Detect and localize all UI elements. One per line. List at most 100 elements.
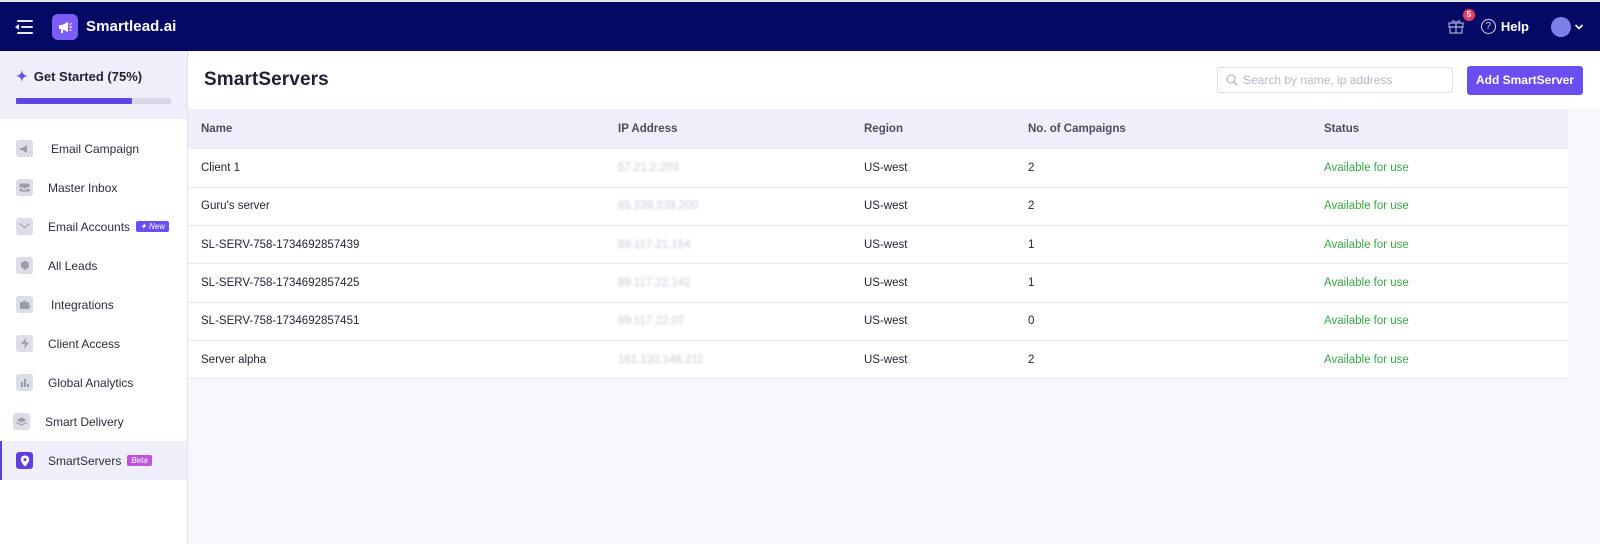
campaign-count: 1	[1028, 238, 1035, 251]
campaign-count: 2	[1028, 200, 1035, 213]
campaign-count: 0	[1028, 315, 1035, 328]
column-header-name[interactable]: Name	[188, 109, 618, 149]
sparkle-icon: ✦	[16, 68, 28, 84]
ip-address: 89.117.22.07	[618, 315, 685, 328]
column-header-region[interactable]: Region	[864, 109, 1028, 149]
sidebar-item-client-access[interactable]: Client Access	[0, 324, 187, 363]
sidebar-item-label: Master Inbox	[48, 180, 118, 195]
puzzle-icon	[16, 296, 33, 313]
sidebar-item-smartservers[interactable]: SmartServers Beta	[0, 441, 187, 480]
region: US-west	[864, 353, 908, 366]
leads-icon	[16, 257, 33, 274]
get-started-progress-bar	[16, 98, 171, 104]
avatar	[1551, 16, 1571, 37]
sidebar-item-email-campaign[interactable]: Email Campaign	[0, 129, 187, 168]
sidebar-item-label: Email Campaign	[51, 141, 140, 156]
region: US-west	[864, 315, 908, 328]
table-row[interactable]: SL-SERV-758-1734692857425 89.117.22.142 …	[188, 263, 1568, 303]
location-icon	[16, 452, 33, 469]
gift-button[interactable]: 5	[1447, 8, 1475, 37]
server-name: Client 1	[201, 161, 240, 174]
ip-address: 161.120.146.211	[618, 353, 704, 366]
sidebar-item-label: Smart Delivery	[45, 414, 124, 429]
table-row[interactable]: Server alpha 161.120.146.211 US-west 2 A…	[188, 340, 1568, 379]
sidebar-item-smart-delivery[interactable]: Smart Delivery	[0, 402, 187, 441]
status-text: Available for use	[1324, 315, 1409, 328]
region: US-west	[864, 161, 908, 174]
menu-toggle-icon[interactable]	[15, 19, 33, 34]
servers-table: Name IP Address Region No. of Campaigns …	[188, 109, 1568, 379]
inbox-icon	[16, 179, 33, 196]
table-row[interactable]: SL-SERV-758-1734692857439 89.117.21.154 …	[188, 225, 1568, 264]
notification-badge: 5	[1462, 8, 1475, 21]
sidebar-item-global-analytics[interactable]: Global Analytics	[0, 363, 187, 402]
table-row[interactable]: Client 1 57.21.2.203 US-west 2 Available…	[188, 149, 1568, 188]
get-started-panel[interactable]: ✦ Get Started (75%)	[0, 51, 187, 119]
chevron-down-icon	[1574, 23, 1584, 30]
sidebar-item-label: Integrations	[51, 297, 114, 312]
page-header: SmartServers Add SmartServer	[188, 51, 1600, 109]
sidebar-item-integrations[interactable]: Integrations	[0, 285, 187, 324]
bolt-icon	[16, 335, 33, 352]
status-text: Available for use	[1324, 161, 1409, 174]
chart-icon	[16, 374, 33, 391]
mail-icon	[16, 218, 33, 235]
help-button[interactable]: ? Help	[1480, 19, 1529, 34]
user-menu[interactable]	[1551, 16, 1584, 37]
sidebar: ✦ Get Started (75%) Email Campaign Maste…	[0, 51, 188, 544]
sidebar-item-label: All Leads	[48, 258, 98, 273]
app-name: Smartlead.ai	[86, 18, 177, 35]
sidebar-item-label: SmartServers	[48, 453, 122, 468]
progress-fill	[16, 98, 133, 104]
region: US-west	[864, 200, 908, 213]
sidebar-nav: Email Campaign Master Inbox Email Accoun…	[0, 129, 187, 480]
gift-icon	[1448, 19, 1464, 34]
column-header-campaigns[interactable]: No. of Campaigns	[1028, 109, 1324, 149]
status-text: Available for use	[1324, 238, 1409, 251]
new-badge: ✦ New	[136, 221, 169, 232]
search-box[interactable]	[1217, 67, 1453, 93]
table-header-row: Name IP Address Region No. of Campaigns …	[188, 109, 1568, 149]
search-input[interactable]	[1243, 73, 1443, 87]
ip-address: 57.21.2.203	[618, 161, 679, 174]
server-name: SL-SERV-758-1734692857439	[201, 238, 360, 251]
add-smartserver-button[interactable]: Add SmartServer	[1467, 65, 1583, 95]
sidebar-item-email-accounts[interactable]: Email Accounts ✦ New	[0, 207, 187, 246]
column-header-ip-address[interactable]: IP Address	[618, 109, 864, 149]
status-text: Available for use	[1324, 353, 1409, 366]
help-label: Help	[1500, 19, 1529, 34]
sidebar-item-label: Client Access	[48, 336, 121, 351]
status-text: Available for use	[1324, 277, 1409, 290]
ip-address: 85.239.239.200	[618, 200, 698, 213]
server-name: Guru's server	[201, 200, 270, 213]
column-header-status[interactable]: Status	[1324, 109, 1568, 149]
campaign-count: 1	[1028, 277, 1035, 290]
status-text: Available for use	[1324, 200, 1409, 213]
top-navigation-bar: Smartlead.ai 5 ? Help	[0, 0, 1600, 51]
get-started-label: Get Started (75%)	[33, 69, 143, 84]
server-name: SL-SERV-758-1734692857451	[201, 315, 360, 328]
region: US-west	[864, 277, 908, 290]
logo-icon	[52, 13, 78, 40]
app-logo[interactable]: Smartlead.ai	[52, 13, 177, 40]
sidebar-item-label: Email Accounts	[48, 219, 131, 234]
server-name: Server alpha	[201, 353, 267, 366]
campaign-count: 2	[1028, 161, 1035, 174]
sidebar-item-master-inbox[interactable]: Master Inbox	[0, 168, 187, 207]
main-content: SmartServers Add SmartServer Name IP Add…	[188, 51, 1600, 544]
table-row[interactable]: SL-SERV-758-1734692857451 89.117.22.07 U…	[188, 302, 1568, 341]
table-row[interactable]: Guru's server 85.239.239.200 US-west 2 A…	[188, 187, 1568, 226]
page-title: SmartServers	[204, 69, 329, 90]
stack-icon	[13, 413, 30, 430]
beta-badge: Beta	[127, 455, 152, 466]
campaign-count: 2	[1028, 353, 1035, 366]
region: US-west	[864, 238, 908, 251]
server-name: SL-SERV-758-1734692857425	[201, 277, 360, 290]
help-icon: ?	[1480, 19, 1496, 34]
ip-address: 89.117.21.154	[618, 238, 691, 251]
sidebar-item-all-leads[interactable]: All Leads	[0, 246, 187, 285]
search-icon	[1226, 74, 1238, 86]
ip-address: 89.117.22.142	[618, 277, 691, 290]
megaphone-icon	[16, 140, 33, 157]
sidebar-item-label: Global Analytics	[48, 375, 134, 390]
